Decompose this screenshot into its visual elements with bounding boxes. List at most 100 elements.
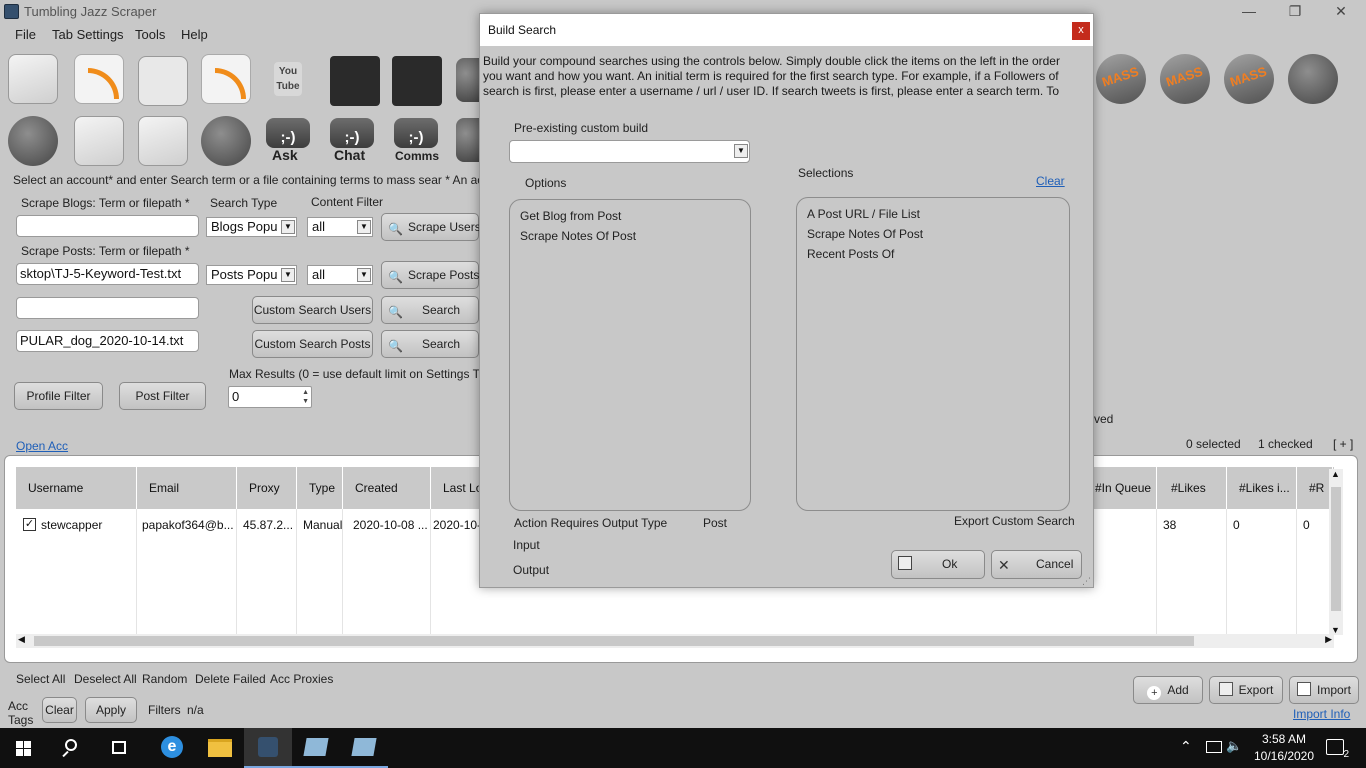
apply-tags-button[interactable]: Apply [85,697,137,723]
scrape-posts-button[interactable]: 🔍 Scrape Posts [381,261,479,289]
scroll-right-icon[interactable]: ▶ [1325,634,1332,645]
search-posts-button[interactable]: 🔍 Search [381,330,479,358]
blogs-search-type-select[interactable]: Blogs Popu ▼ [206,217,297,237]
col-email[interactable]: Email [137,467,237,509]
col-type[interactable]: Type [297,467,343,509]
network-icon[interactable] [1206,741,1222,753]
export-button[interactable]: Export [1209,676,1283,704]
mass-like-icon[interactable]: MASS [1217,47,1281,111]
notifications-icon[interactable]: 2 [1326,739,1349,760]
export-custom-search-link[interactable]: Export Custom Search [954,514,1075,528]
upload-form-icon[interactable] [138,116,188,166]
minimize-button[interactable]: — [1226,0,1272,23]
video-clapper-icon[interactable] [330,56,380,106]
col-username[interactable]: Username [16,467,137,509]
scrape-users-button[interactable]: 🔍 Scrape Users [381,213,481,241]
list-item[interactable]: A Post URL / File List [807,207,920,221]
post-filter-button[interactable]: Post Filter [119,382,206,410]
file-explorer-icon[interactable] [196,728,244,768]
clock-date[interactable]: 10/16/2020 [1248,749,1320,763]
custom-search-users-button[interactable]: Custom Search Users [252,296,373,324]
rss-photo-icon[interactable] [201,54,251,104]
custom-search-posts-button[interactable]: Custom Search Posts [252,330,373,358]
options-list[interactable]: Get Blog from Post Scrape Notes Of Post [509,199,751,511]
windows-start-icon[interactable] [0,728,48,768]
video-rss-icon[interactable] [392,56,442,106]
cancel-button[interactable]: ✕ Cancel [991,550,1082,579]
posts-content-filter-select[interactable]: all ▼ [307,265,373,285]
restore-button[interactable]: ❐ [1272,0,1318,23]
profile-filter-button[interactable]: Profile Filter [14,382,103,410]
search-icon[interactable] [48,728,96,768]
close-button[interactable]: ✕ [1318,0,1364,23]
tray-expand-icon[interactable]: ⌃ [1180,738,1192,755]
col-last-login[interactable]: Last Log [431,467,481,509]
row-checkbox[interactable]: ✓ [23,518,36,531]
edge-browser-icon[interactable]: e [148,728,196,768]
col-in-queue[interactable]: #In Queue [1093,467,1157,509]
chat-icon[interactable]: ;-) [330,118,374,148]
dialog-close-button[interactable]: x [1072,22,1090,40]
import-button[interactable]: Import [1289,676,1359,704]
custom-users-input[interactable] [16,297,199,319]
col-likes[interactable]: #Likes [1157,467,1227,509]
audio-icon[interactable] [456,58,480,102]
volume-muted-icon[interactable]: 🔈 [1226,738,1242,754]
scroll-thumb[interactable] [1331,487,1341,611]
list-form-icon[interactable] [74,116,124,166]
nav-back-icon[interactable] [456,118,480,162]
random-link[interactable]: Random [142,672,187,686]
menu-file[interactable]: File [15,27,36,42]
mass-user-icon[interactable]: MASS [1153,47,1217,111]
list-item[interactable]: Scrape Notes Of Post [520,229,636,243]
add-button[interactable]: + Add [1133,676,1203,704]
comms-icon[interactable]: ;-) [394,118,438,148]
clear-selections-link[interactable]: Clear [1036,174,1065,188]
youtube-icon[interactable]: You Tube [266,56,316,106]
stepper-arrows-icon[interactable]: ▲ ▼ [302,388,309,406]
clock-time[interactable]: 3:58 AM [1252,732,1316,746]
search-users-button[interactable]: 🔍 Search [381,296,479,324]
select-all-link[interactable]: Select All [16,672,65,686]
scrape-blogs-input[interactable] [16,215,199,237]
scroll-left-icon[interactable]: ◀ [18,634,25,645]
app-window-icon[interactable] [292,728,340,768]
post-editor-icon[interactable] [8,54,58,104]
ask-icon[interactable]: ;-) [266,118,310,148]
scraper-app-taskbar-icon[interactable] [244,728,292,768]
deselect-all-link[interactable]: Deselect All [74,672,137,686]
delete-failed-link[interactable]: Delete Failed [195,672,266,686]
list-item[interactable]: Get Blog from Post [520,209,621,223]
two-accounts-icon[interactable] [8,116,58,166]
acc-proxies-link[interactable]: Acc Proxies [270,672,333,686]
blogs-content-filter-select[interactable]: all ▼ [307,217,373,237]
max-results-stepper[interactable]: 0 ▲ ▼ [228,386,312,408]
open-acc-link[interactable]: Open Acc [16,439,68,453]
scroll-thumb[interactable] [34,636,1194,646]
list-item[interactable]: Scrape Notes Of Post [807,227,923,241]
import-info-link[interactable]: Import Info [1293,707,1350,721]
preexisting-build-select[interactable]: ▼ [509,140,750,163]
col-created[interactable]: Created [343,467,431,509]
col-r[interactable]: #R [1297,467,1333,509]
menu-help[interactable]: Help [181,27,208,42]
photo-scrape-icon[interactable] [138,56,188,106]
horizontal-scrollbar[interactable]: ◀ ▶ [16,634,1334,648]
col-likes-i[interactable]: #Likes i... [1227,467,1297,509]
rss-feed-icon[interactable] [74,54,124,104]
selections-list[interactable]: A Post URL / File List Scrape Notes Of P… [796,197,1070,511]
ok-button[interactable]: Ok [891,550,985,579]
add-users-icon[interactable] [1288,54,1338,104]
expand-toggle[interactable]: [ + ] [1333,437,1353,451]
task-view-icon[interactable] [96,728,144,768]
custom-posts-input[interactable]: PULAR_dog_2020-10-14.txt [16,330,199,352]
clear-tags-button[interactable]: Clear [42,697,77,723]
wifi-icon[interactable] [201,116,251,166]
menu-tab-settings[interactable]: Tab Settings [52,27,124,42]
menu-tools[interactable]: Tools [135,27,165,42]
list-item[interactable]: Recent Posts Of [807,247,894,261]
resize-grip-icon[interactable]: ⋰ [1082,576,1091,587]
app-window-icon[interactable] [340,728,388,768]
posts-search-type-select[interactable]: Posts Popu ▼ [206,265,297,285]
scrape-posts-input[interactable]: sktop\TJ-5-Keyword-Test.txt [16,263,199,285]
